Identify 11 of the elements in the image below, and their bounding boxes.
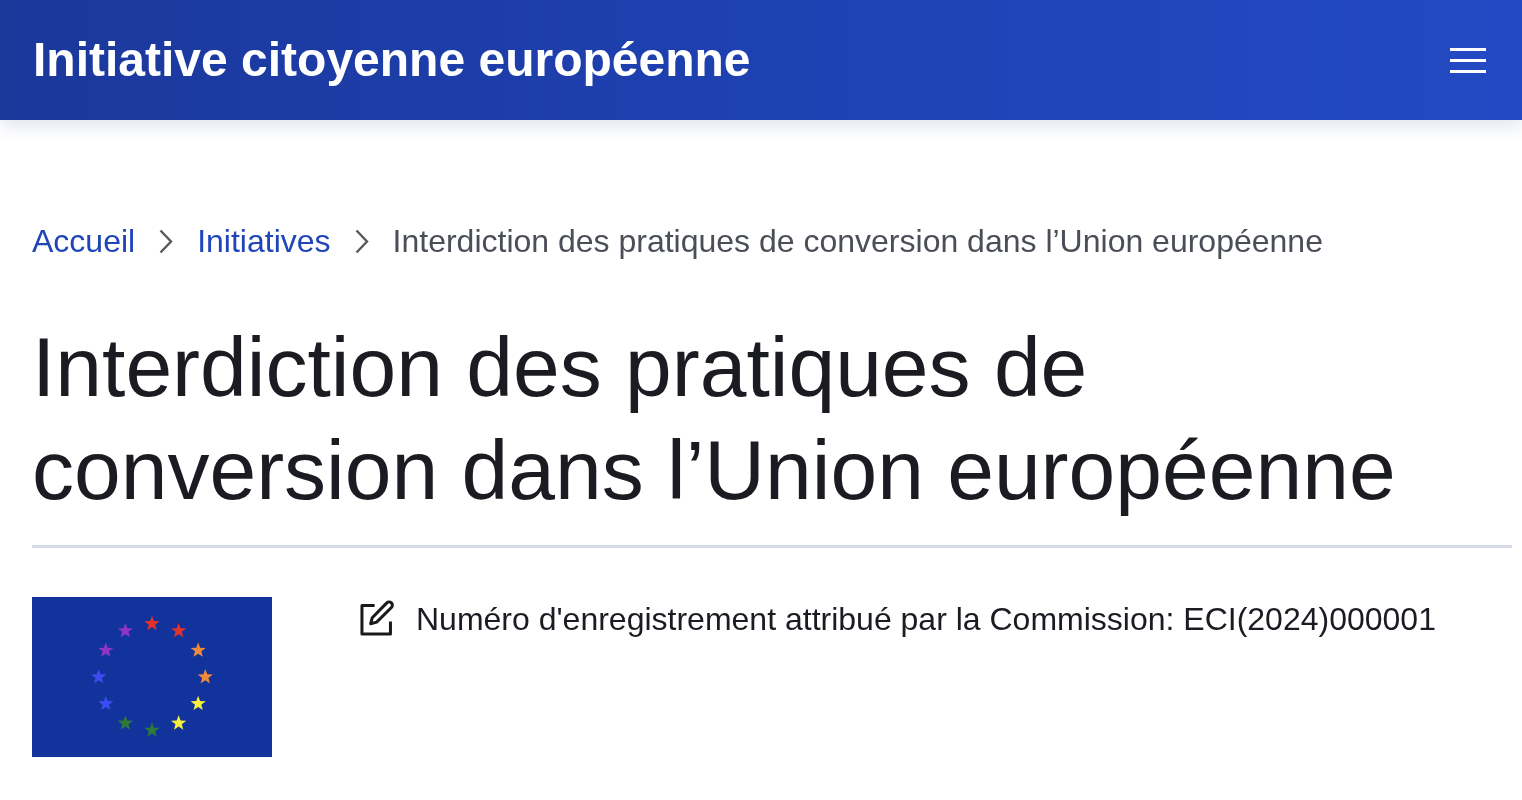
chevron-icon [354,228,369,254]
breadcrumb-current: Interdiction des pratiques de conversion dans l’Union européenne [392,222,1323,261]
edit-icon [358,600,396,638]
breadcrumb-link[interactable]: Initiatives [197,221,331,261]
page-title: Interdiction des pratiques de conversion dans l’Union européenne [32,319,1397,519]
site-title[interactable]: Initiative citoyenne européenne [33,32,751,88]
menu-button[interactable] [1450,47,1486,73]
menu-icon [1450,47,1486,73]
chevron-icon [159,228,174,254]
registration-number: Numéro d'enregistrement attribué par la Commission: ECI(2024)000001 [416,600,1436,639]
breadcrumb-link[interactable]: Accueil [32,221,136,261]
